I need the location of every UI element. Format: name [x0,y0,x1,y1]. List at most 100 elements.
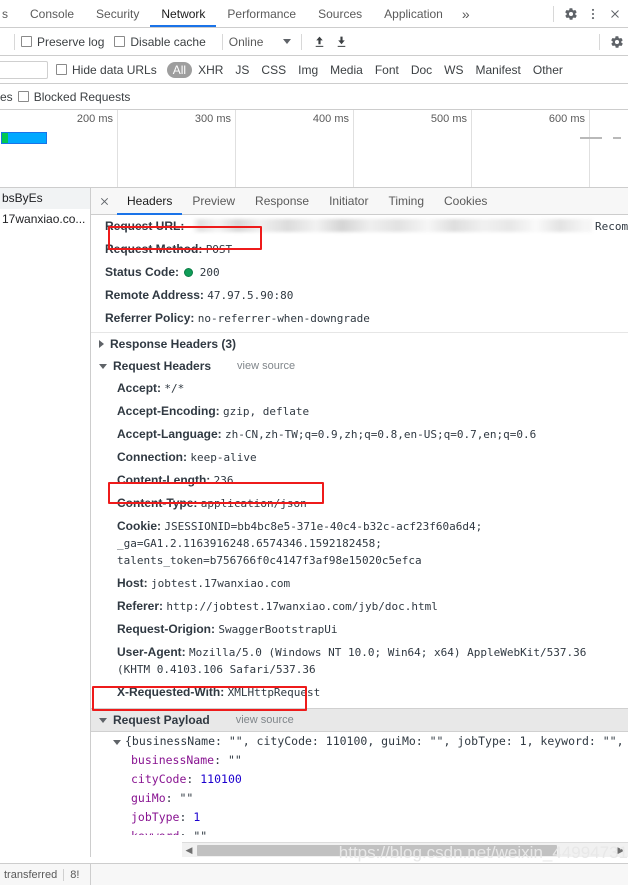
chevron-down-icon [283,39,292,44]
checkbox-box [17,91,29,102]
filter-type-xhr[interactable]: XHR [192,62,229,78]
hide-data-urls-checkbox[interactable]: Hide data URLs [56,63,157,77]
section-response-headers[interactable]: Response Headers (3) [91,333,628,355]
blocked-requests-label: Blocked Requests [33,89,131,104]
gear-icon[interactable] [606,31,628,53]
scroll-left-arrow-icon[interactable]: ◀ [182,845,196,856]
request-name: 17wanxiao.co... [2,212,86,226]
tab-preview[interactable]: Preview [182,188,245,215]
download-arrow-icon[interactable] [330,32,352,52]
field-key: Referrer Policy: [105,311,195,325]
filter-type-js[interactable]: JS [229,62,255,78]
more-tabs-icon[interactable]: » [454,0,478,27]
tab-sources[interactable]: Sources [307,0,373,27]
tab-timing[interactable]: Timing [378,188,434,215]
blocked-requests-checkbox[interactable]: Blocked Requests [17,89,131,104]
tab-label: Performance [227,6,297,21]
tab-headers[interactable]: Headers [117,188,182,215]
header-connection: Connection: keep-alive [91,446,628,469]
tab-security[interactable]: Security [85,0,150,27]
devtools-window: s Console Security Network Performance S… [0,0,628,885]
payload-summary-row[interactable]: {businessName: "", cityCode: 110100, gui… [91,732,628,751]
tab-initiator[interactable]: Initiator [319,188,378,215]
close-icon[interactable] [604,3,626,25]
filter-type-label: CSS [261,62,287,77]
field-key: User-Agent: [117,645,186,659]
status-bar: transferred 8! [0,863,628,885]
field-key: X-Requested-With: [117,685,225,699]
payload-value: "" [193,829,207,835]
scroll-right-arrow-icon[interactable]: ▶ [614,845,628,856]
chevron-right-icon [99,340,104,348]
timeline-tick-label: 200 ms [76,113,113,125]
tab-application[interactable]: Application [373,0,454,27]
size-label: 8! [70,868,80,881]
general-status-code: Status Code: 200 [91,261,628,284]
disable-cache-checkbox[interactable]: Disable cache [114,35,206,49]
filter-type-img[interactable]: Img [292,62,324,78]
tab-performance[interactable]: Performance [216,0,307,27]
field-key: Request Method: [105,242,203,256]
payload-key: jobType [131,810,180,824]
filter-type-all[interactable]: All [166,61,193,78]
header-user-agent: User-Agent: Mozilla/5.0 (Windows NT 10.0… [91,641,611,681]
request-detail-pane: Headers Preview Response Initiator Timin… [91,188,628,857]
tab-network[interactable]: Network [150,0,216,27]
section-request-payload[interactable]: Request Payload view source [91,708,628,732]
detail-horizontal-scrollbar[interactable]: ◀ ▶ [182,842,628,857]
preserve-log-checkbox[interactable]: Preserve log [21,35,104,49]
timeline-tick-label: 400 ms [312,113,349,125]
field-key: Status Code: [105,265,180,279]
filter-type-media[interactable]: Media [324,62,369,78]
field-key: Request URL: [105,219,185,233]
general-remote-address: Remote Address: 47.97.5.90:80 [91,284,628,307]
tab-clipped[interactable]: s [0,0,19,27]
tab-cookies[interactable]: Cookies [434,188,497,215]
payload-field-businessName: businessName: "" [131,753,242,767]
filter-input[interactable] [0,60,48,79]
list-item[interactable]: 17wanxiao.co... [0,209,90,230]
scrollbar-thumb[interactable] [197,844,557,856]
field-value: JSESSIONID=bb4bc8e5-371e-40c4-b32c-acf23… [117,520,483,567]
tab-label: Application [384,6,443,21]
filter-row: Hide data URLs All XHR JS CSS Img Media … [0,56,628,84]
chevron-down-icon [99,717,107,723]
field-value: gzip, deflate [223,405,310,418]
kebab-menu-icon[interactable] [582,3,604,25]
timeline-column: 400 ms [236,110,354,187]
timeline-column: 600 ms [472,110,590,187]
filter-type-manifest[interactable]: Manifest [470,62,527,78]
close-detail-icon[interactable] [91,188,117,214]
tab-response[interactable]: Response [245,188,319,215]
redacted-url-value [191,219,592,233]
gear-icon[interactable] [560,3,582,25]
detail-tab-label: Cookies [444,193,488,208]
filter-type-css[interactable]: CSS [255,62,292,78]
filter-type-font[interactable]: Font [369,62,405,78]
payload-key: cityCode [131,772,187,786]
request-list[interactable]: bsByEs 17wanxiao.co... [0,188,91,857]
field-value: XMLHttpRequest [227,686,321,699]
general-request-url: Request URL: RecommendJob [91,215,628,238]
filter-type-doc[interactable]: Doc [405,62,438,78]
filter-type-ws[interactable]: WS [438,62,469,78]
view-source-link[interactable]: view source [236,714,294,726]
upload-arrow-icon[interactable] [308,32,330,52]
throttle-select[interactable]: Online [229,35,292,49]
header-accept-language: Accept-Language: zh-CN,zh-TW;q=0.9,zh;q=… [91,423,628,446]
section-request-headers[interactable]: Request Headers view source [91,355,628,377]
divider [599,33,600,50]
tab-console[interactable]: Console [19,0,85,27]
request-timing-bar-accent [2,133,8,143]
field-key: Accept-Language: [117,427,222,441]
header-content-type: Content-Type: application/json [91,492,628,515]
field-key: Request-Origion: [117,622,215,636]
general-request-method: Request Method: POST [91,238,628,261]
payload-value: 110100 [200,772,242,786]
field-key: Connection: [117,450,187,464]
list-item[interactable]: bsByEs [0,188,90,209]
timeline-tick-label: 300 ms [194,113,231,125]
view-source-link[interactable]: view source [237,360,295,372]
filter-type-other[interactable]: Other [527,62,569,78]
network-overview-timeline[interactable]: 200 ms 300 ms 400 ms 500 ms 600 ms [0,110,628,188]
